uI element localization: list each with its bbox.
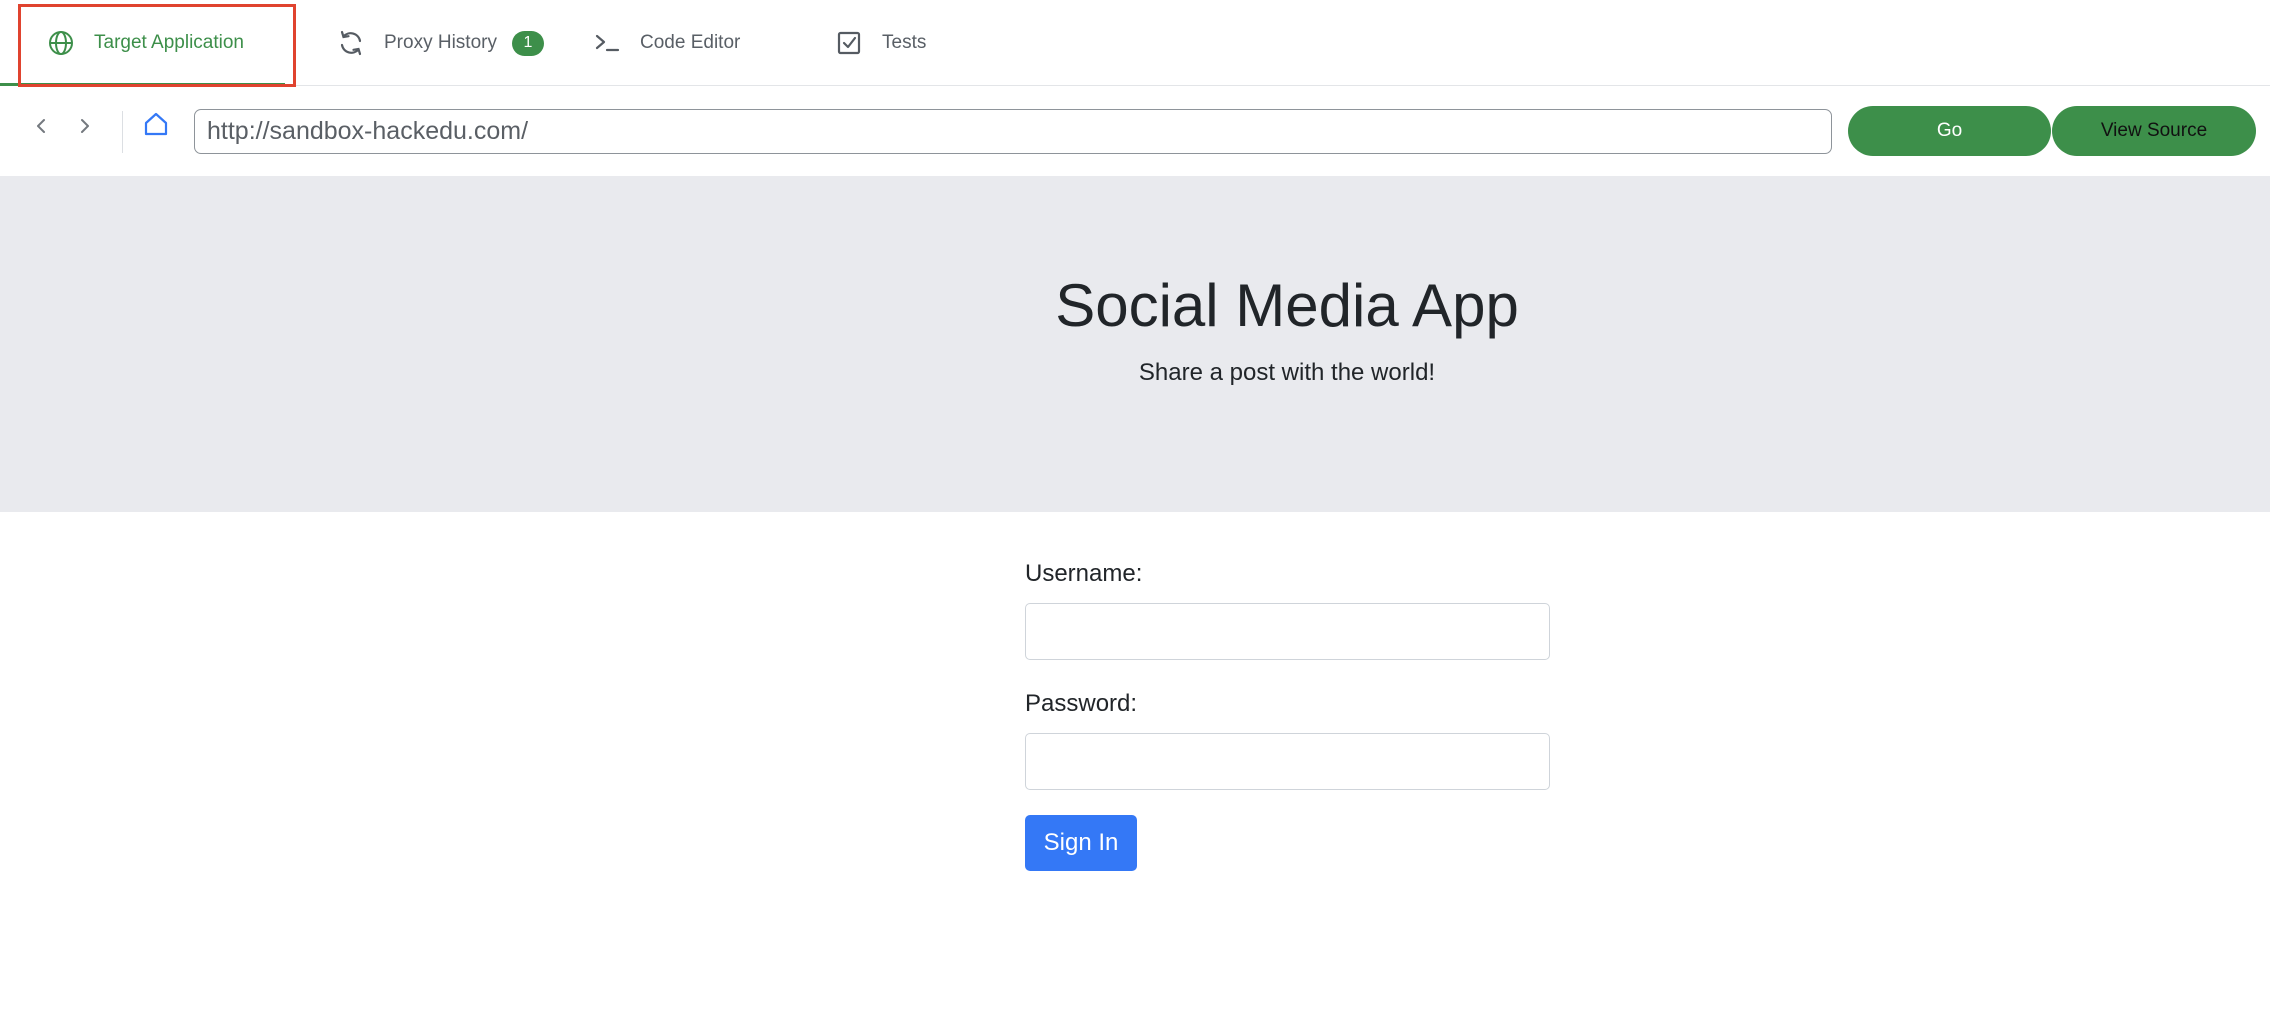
home-button[interactable] — [141, 111, 171, 141]
view-source-button[interactable]: View Source — [2052, 106, 2256, 156]
username-input[interactable] — [1025, 603, 1550, 660]
sign-in-button[interactable]: Sign In — [1025, 815, 1137, 871]
tab-proxy-history[interactable]: Proxy History 1 — [336, 0, 544, 86]
checkbox-icon — [834, 28, 864, 58]
chevron-right-icon — [77, 116, 93, 141]
hero-banner: Social Media App Share a post with the w… — [0, 176, 2270, 512]
tab-highlight-frame — [18, 4, 296, 87]
page-subtitle: Share a post with the world! — [1138, 359, 1436, 386]
refresh-icon — [336, 28, 366, 58]
address-bar: Go View Source — [0, 87, 2270, 176]
url-input[interactable] — [194, 109, 1832, 154]
forward-button[interactable] — [70, 113, 100, 143]
tab-code-editor-label: Code Editor — [640, 32, 741, 53]
nav-divider — [122, 111, 123, 153]
page-title: Social Media App — [1055, 272, 1519, 339]
home-icon — [142, 110, 170, 143]
password-label: Password: — [1025, 690, 1138, 717]
tab-tests[interactable]: Tests — [834, 0, 926, 86]
tab-tests-label: Tests — [882, 32, 927, 53]
tab-code-editor[interactable]: Code Editor — [592, 0, 740, 86]
chevron-left-icon — [33, 116, 49, 141]
username-label: Username: — [1025, 560, 1143, 587]
proxy-history-count-badge: 1 — [511, 30, 544, 56]
login-form: Username: Password: Sign In — [1025, 560, 1551, 871]
terminal-icon — [592, 28, 622, 58]
go-button[interactable]: Go — [1848, 106, 2051, 156]
password-input[interactable] — [1025, 733, 1550, 790]
tab-proxy-history-label: Proxy History — [384, 32, 497, 53]
back-button[interactable] — [26, 113, 56, 143]
tab-bar: Target Application Proxy History 1 Code … — [0, 0, 2270, 87]
